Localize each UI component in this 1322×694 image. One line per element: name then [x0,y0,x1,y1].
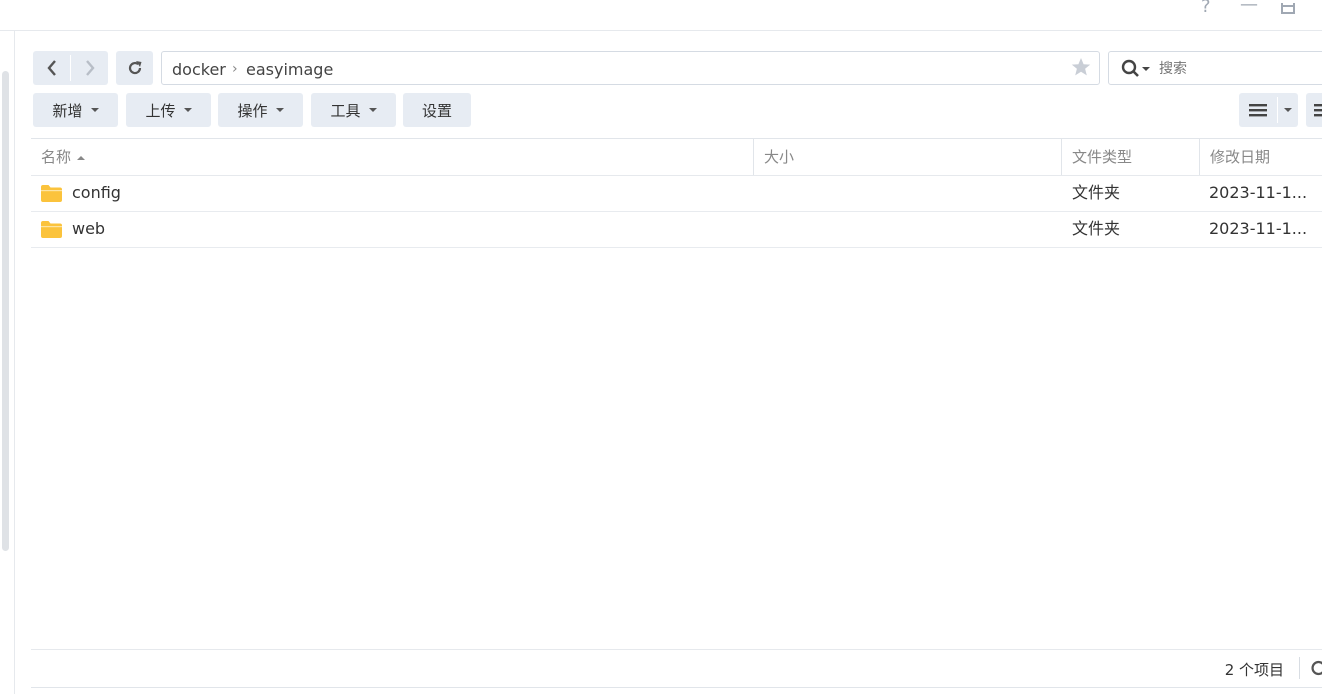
refresh-icon [128,61,141,75]
folder-icon [41,221,62,242]
maximize-button[interactable] [1281,0,1295,19]
folder-icon [41,185,62,206]
list-icon [1249,104,1267,117]
tools-button[interactable]: 工具 [311,93,396,127]
breadcrumb-separator: › [232,61,238,77]
tools-label: 工具 [330,101,361,120]
view-mode-group [1239,93,1298,127]
action-button[interactable]: 操作 [218,93,303,127]
forward-button[interactable] [71,51,108,85]
title-bar: ? — [0,0,1322,31]
minimize-button[interactable]: — [1240,0,1258,14]
detail-list-icon [1314,104,1322,117]
create-button[interactable]: 新增 [33,93,118,127]
column-header-type[interactable]: 文件类型 [1072,139,1132,175]
file-name[interactable]: config [72,175,121,211]
path-bar[interactable]: docker › easyimage [161,51,1100,85]
list-view-button[interactable] [1239,93,1277,127]
file-type: 文件夹 [1072,219,1121,238]
detail-view-button[interactable] [1306,93,1322,127]
table-row[interactable]: config 文件夹 2023-11-1... [31,175,1322,212]
upload-label: 上传 [145,101,176,120]
column-header-name[interactable]: 名称 [41,139,86,175]
file-type: 文件夹 [1072,183,1121,202]
column-divider[interactable] [753,139,754,175]
chevron-right-icon [85,60,95,76]
sort-ascending-icon [77,155,86,160]
help-button[interactable]: ? [1201,0,1211,16]
refresh-icon [1311,660,1322,676]
chevron-left-icon [46,60,56,76]
breadcrumb-easyimage[interactable]: easyimage [246,60,333,79]
file-modified: 2023-11-1... [1209,219,1308,238]
status-divider [1299,657,1300,679]
left-panel-edge [0,31,15,694]
table-row[interactable]: web 文件夹 2023-11-1... [31,211,1322,248]
chevron-down-icon [183,108,192,112]
chevron-down-icon [90,108,99,112]
search-options-button[interactable] [1121,59,1153,83]
status-bar: 2 个项目 [31,649,1322,688]
column-divider[interactable] [1061,139,1062,175]
upload-button[interactable]: 上传 [126,93,211,127]
search-input[interactable] [1157,58,1322,80]
create-label: 新增 [52,101,83,120]
column-header-size[interactable]: 大小 [764,139,794,175]
action-label: 操作 [237,101,268,120]
search-icon [1121,59,1150,77]
settings-label: 设置 [421,101,452,120]
history-nav [33,51,108,85]
star-icon [1071,58,1091,76]
maximize-icon [1281,0,1295,14]
refresh-button[interactable] [116,51,153,85]
search-field[interactable] [1108,51,1322,85]
left-scrollbar[interactable] [2,71,9,551]
file-name[interactable]: web [72,211,105,247]
column-divider[interactable] [1199,139,1200,175]
favorite-button[interactable] [1071,57,1091,81]
view-options-button[interactable] [1278,93,1298,127]
breadcrumb-docker[interactable]: docker [172,60,226,79]
footer-refresh-button[interactable] [1311,659,1322,681]
chevron-down-icon [275,108,284,112]
back-button[interactable] [33,51,70,85]
settings-button[interactable]: 设置 [403,93,471,127]
chevron-down-icon [368,108,377,112]
item-count: 2 个项目 [1224,661,1284,679]
column-name-label: 名称 [41,148,72,166]
column-header-modified[interactable]: 修改日期 [1210,139,1270,175]
file-modified: 2023-11-1... [1209,183,1308,202]
file-list-header: 名称 大小 文件类型 修改日期 [31,138,1322,176]
chevron-down-icon [1284,108,1292,112]
